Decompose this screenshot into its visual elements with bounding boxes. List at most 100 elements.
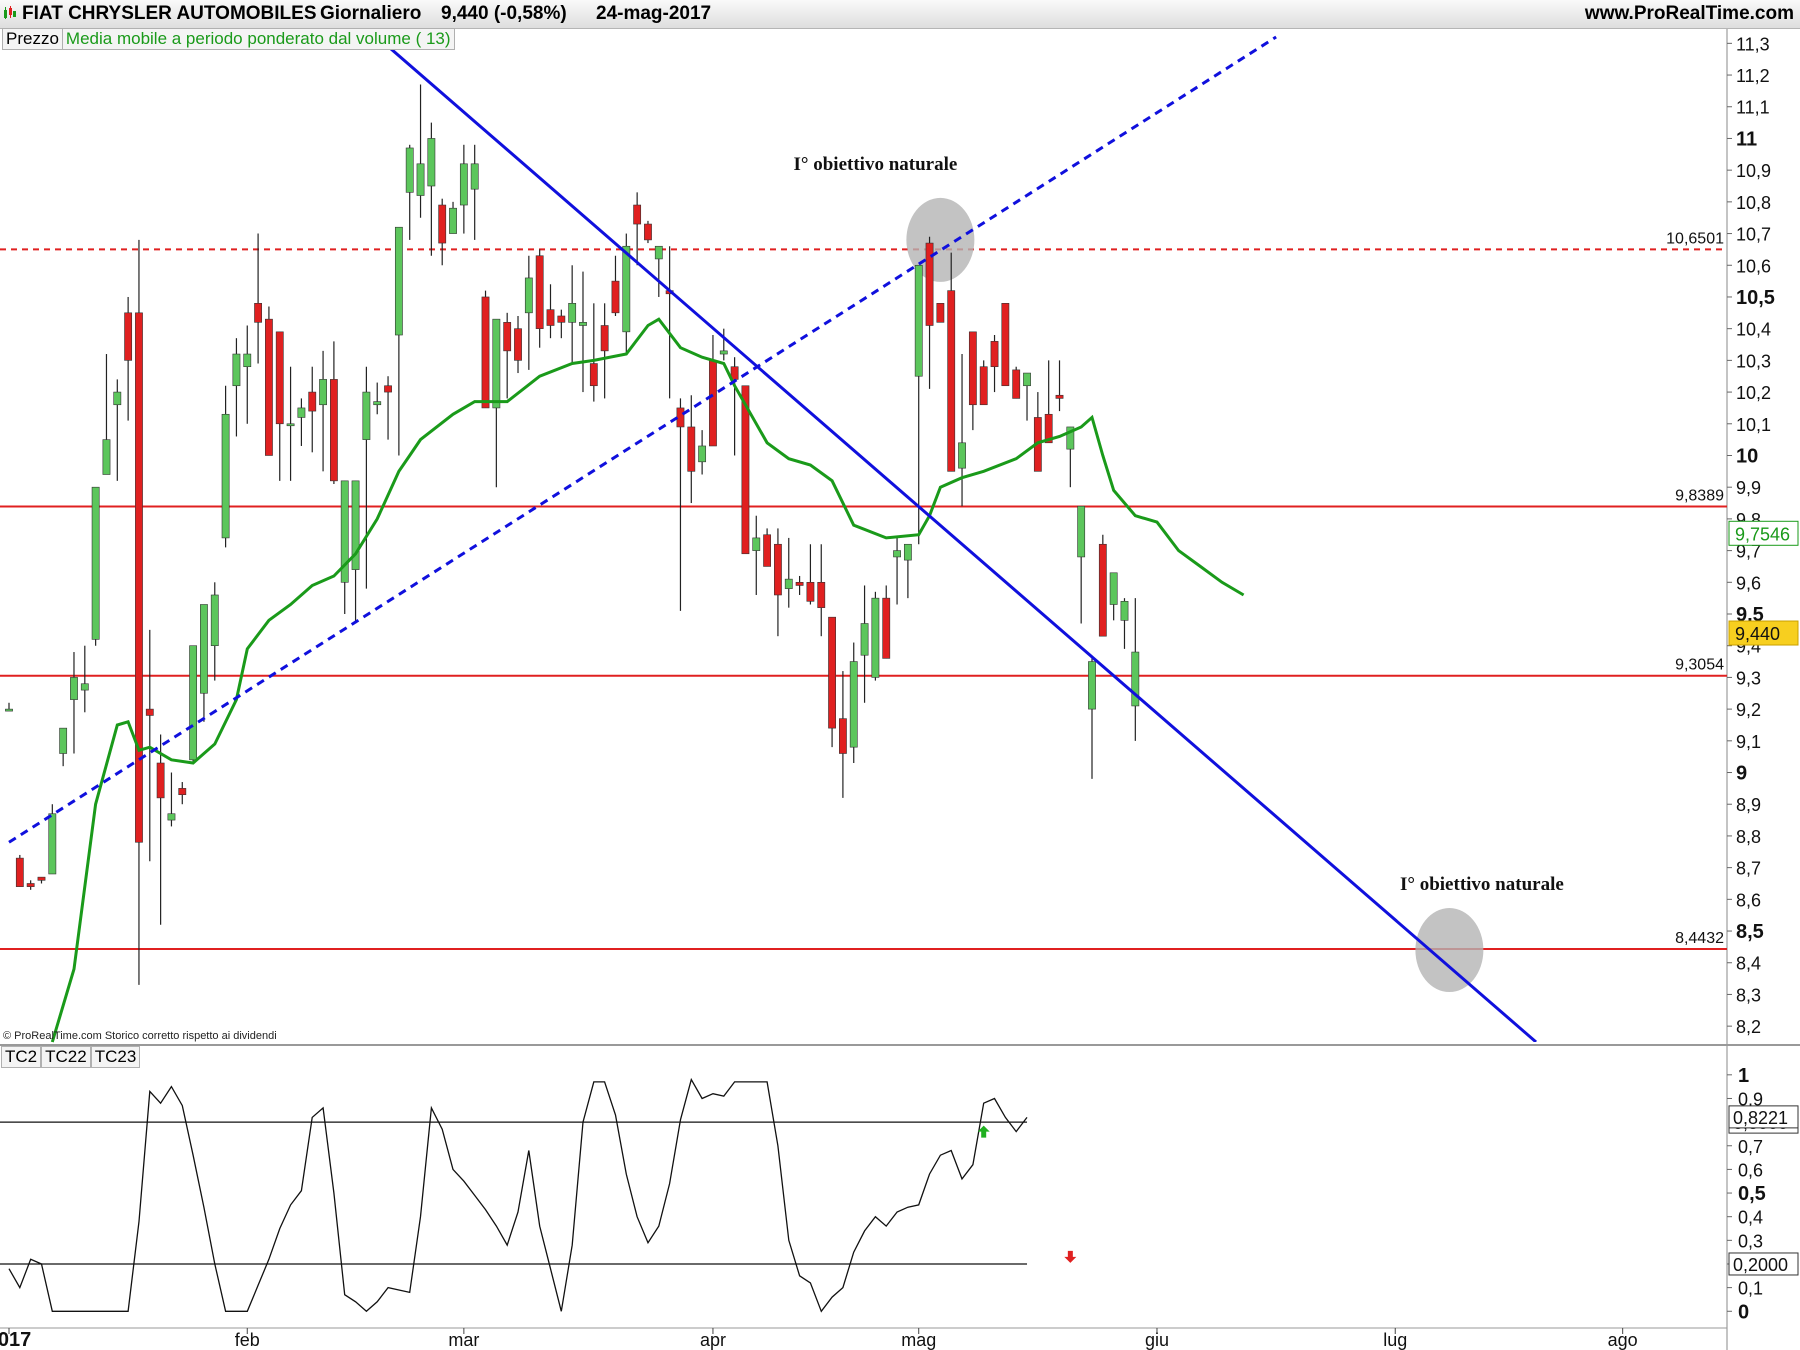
candle-body — [546, 309, 555, 326]
legend-price: Prezzo — [6, 29, 59, 48]
candle — [5, 702, 13, 712]
candle — [59, 727, 68, 767]
legend-tc23: TC23 — [90, 1046, 141, 1068]
price-tick-label: 9,2 — [1736, 700, 1761, 720]
candle — [839, 671, 847, 798]
candle — [903, 543, 912, 599]
price-tick-label: 9 — [1736, 763, 1747, 785]
candle — [514, 315, 522, 374]
candle-body — [135, 312, 143, 843]
candle — [275, 331, 284, 481]
candle — [990, 335, 999, 393]
candle — [882, 585, 891, 659]
price-tick-label: 11,1 — [1736, 98, 1770, 118]
candle-body — [828, 616, 836, 729]
candle-body — [784, 578, 793, 589]
legend-ma: Media mobile a periodo ponderato dal vol… — [61, 29, 454, 49]
candle — [600, 303, 609, 399]
candle-body — [871, 597, 880, 678]
candle — [210, 582, 219, 681]
candle — [1098, 534, 1107, 637]
candle-body — [319, 379, 327, 406]
candle-body — [654, 245, 663, 260]
candle-body — [1055, 394, 1064, 399]
candle-body — [329, 379, 338, 482]
candle — [849, 642, 858, 764]
candle-body — [1012, 369, 1021, 399]
candle-body — [698, 445, 707, 463]
level-label: 8,4432 — [1675, 930, 1724, 947]
candle — [232, 338, 241, 437]
candle — [1088, 658, 1096, 779]
candle-body — [774, 543, 782, 596]
price-tick-label: 10,9 — [1736, 161, 1771, 181]
candle-body — [839, 718, 847, 754]
candle — [481, 290, 490, 409]
candle-body — [156, 762, 165, 799]
candle-body — [470, 163, 479, 190]
oscillator-levels — [0, 1121, 1028, 1265]
candle — [70, 652, 78, 754]
price-tick-label: 9,3 — [1736, 668, 1761, 688]
price-tick-label: 8,8 — [1736, 827, 1761, 847]
time-tick-label: ago — [1608, 1330, 1638, 1350]
candle — [1066, 426, 1075, 488]
candle-body — [947, 290, 956, 472]
price-legend: Prezzo Media mobile a periodo ponderato d… — [2, 28, 455, 50]
candle — [1023, 372, 1031, 421]
candle — [925, 236, 934, 389]
candle — [167, 772, 176, 827]
candle-body — [373, 401, 382, 406]
candle-body — [644, 223, 652, 241]
candle-body — [622, 245, 631, 333]
candle — [1001, 303, 1010, 387]
candle — [438, 198, 447, 266]
candle — [579, 271, 587, 393]
annotation-text: I° obiettivo naturale — [793, 154, 957, 175]
candle — [947, 252, 956, 472]
candle-body — [275, 331, 284, 425]
stock-chart: 10,6501 9,8389 9,3054 8,4432 I° obiettivo na… — [0, 29, 1800, 1350]
candle-body — [914, 264, 923, 377]
candle-body — [1109, 572, 1118, 605]
candle-body — [882, 597, 891, 659]
oscillator-line — [8, 1077, 1028, 1313]
candle-body — [958, 442, 966, 469]
candle — [459, 144, 468, 234]
candle-body — [1088, 661, 1096, 710]
price-tick-label: 10,5 — [1736, 287, 1775, 309]
price-tick-label: 10,1 — [1736, 415, 1771, 435]
candle — [340, 480, 349, 615]
oscillator-tick-label: 0,3 — [1738, 1231, 1763, 1251]
candle — [806, 544, 815, 605]
price-tick-label: 8,2 — [1736, 1017, 1761, 1037]
candle-body — [492, 318, 501, 409]
candle — [178, 782, 187, 805]
candle — [914, 264, 923, 545]
candle — [200, 604, 208, 722]
candle-body — [524, 277, 533, 314]
candle — [1131, 598, 1140, 741]
candle — [1109, 572, 1118, 621]
candle — [254, 233, 262, 364]
candle-body — [806, 581, 815, 602]
candle — [968, 331, 977, 431]
candle-body — [817, 581, 826, 608]
ma-value-tag-label: 9,7546 — [1735, 524, 1790, 544]
time-axis: 2017 feb mar apr mag giu lug ago — [0, 1328, 1638, 1350]
candle — [384, 376, 392, 440]
level-label: 9,8389 — [1675, 488, 1724, 505]
candle — [189, 645, 198, 764]
time-tick-label: 2017 — [0, 1329, 31, 1350]
candle-body — [15, 857, 24, 887]
candle-body — [221, 413, 230, 539]
price-tick-label: 8,5 — [1736, 921, 1764, 943]
candle-body — [416, 163, 425, 196]
candle — [416, 84, 425, 218]
candlestick-icon — [4, 6, 16, 19]
candle — [871, 591, 880, 681]
trendlines — [8, 35, 1538, 1042]
candle-body — [59, 727, 68, 754]
candle-body — [514, 328, 522, 361]
oscillator-last-tag-label: 0,8221 — [1733, 1108, 1788, 1128]
